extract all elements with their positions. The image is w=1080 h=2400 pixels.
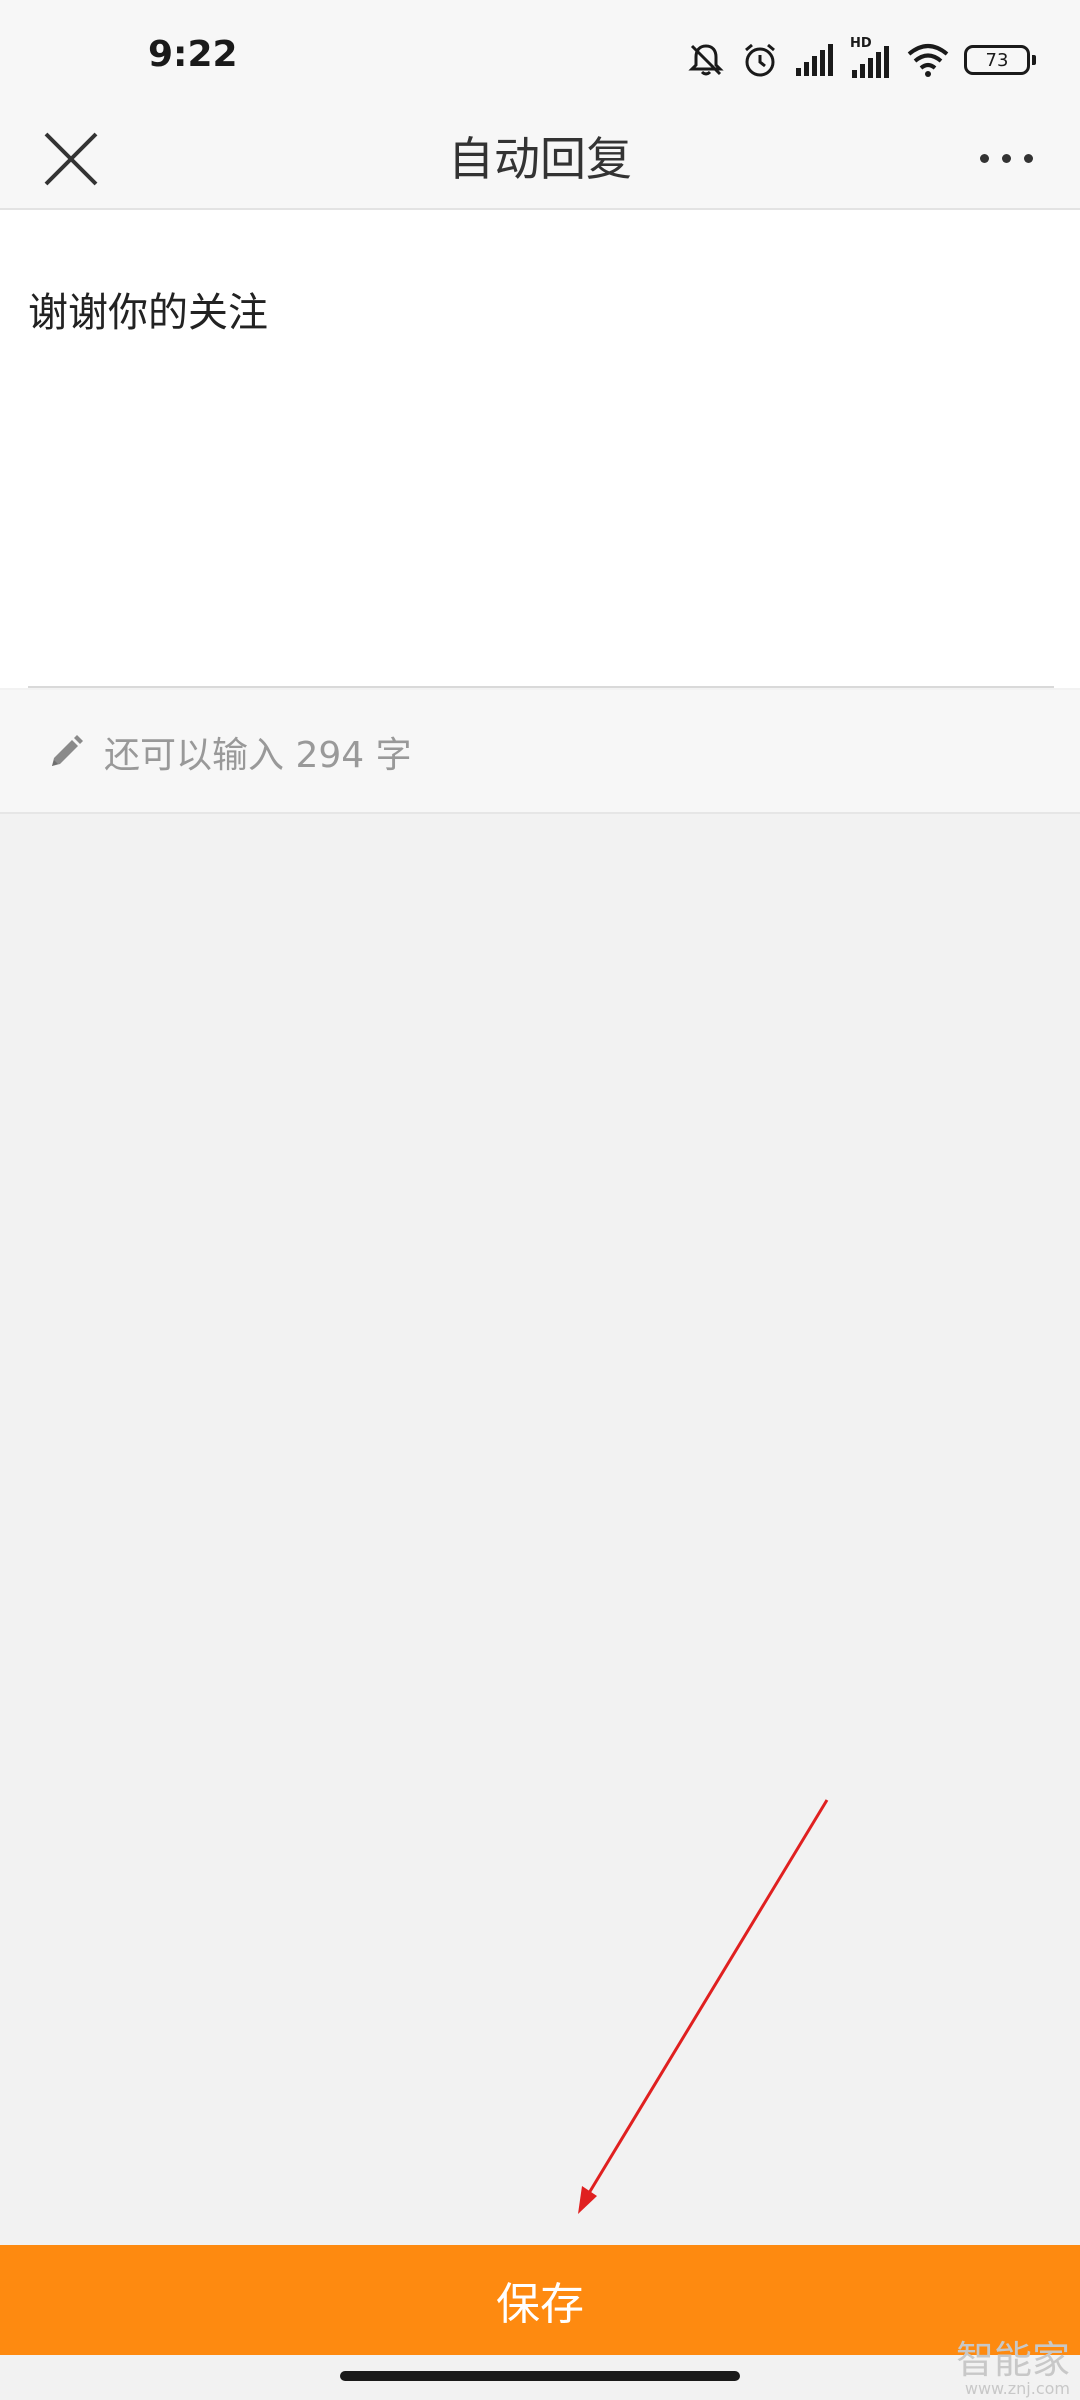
watermark-main: 智能家	[955, 2338, 1070, 2382]
save-button[interactable]: 保存	[0, 2245, 1080, 2355]
auto-reply-screen: 9:22 HD 73 自动回复 谢谢你的关注 还可以输入 294 字 保存 智能…	[0, 0, 1080, 2400]
annotation-arrow	[578, 1799, 829, 2214]
watermark: 智能家 www.znj.com	[956, 2340, 1070, 2398]
home-indicator[interactable]	[340, 2371, 740, 2381]
watermark-url: www.znj.com	[964, 2379, 1070, 2398]
